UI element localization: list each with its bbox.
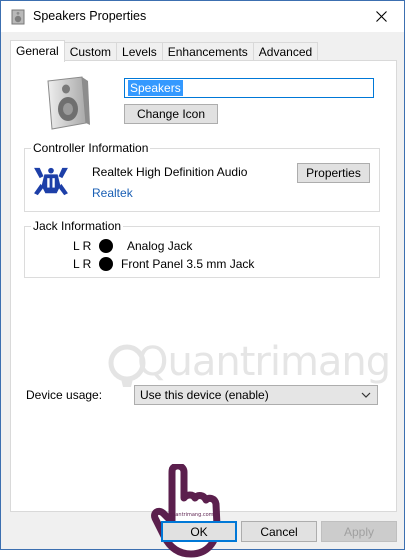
tab-enhancements[interactable]: Enhancements	[161, 42, 254, 61]
controller-information-label: Controller Information	[31, 141, 151, 155]
speaker-title-icon	[11, 9, 25, 25]
device-usage-value: Use this device (enable)	[140, 388, 269, 402]
speaker-device-icon	[47, 76, 90, 130]
lightbulb-watermark-icon	[108, 344, 146, 387]
jack-color-indicator	[99, 239, 113, 253]
close-icon	[375, 11, 387, 22]
jack-channels: L R	[73, 239, 92, 253]
cancel-button[interactable]: Cancel	[241, 521, 317, 542]
tab-custom[interactable]: Custom	[63, 42, 118, 61]
watermark-text: Quantrimang	[137, 339, 391, 385]
jack-name: Front Panel 3.5 mm Jack	[121, 257, 255, 271]
chevron-down-icon	[361, 392, 371, 398]
realtek-logo-icon	[34, 167, 68, 196]
tab-general[interactable]: General	[10, 40, 65, 62]
jack-row: L R Analog Jack	[73, 239, 192, 253]
general-tab-panel: Speakers Change Icon Controller Informat…	[10, 60, 397, 558]
tab-strip: General Custom Levels Enhancements Advan…	[10, 40, 319, 62]
jack-channels: L R	[73, 257, 92, 271]
device-usage-label: Device usage:	[26, 388, 103, 402]
properties-window: Speakers Properties General Custom Level…	[0, 0, 405, 558]
title-bar: Speakers Properties	[1, 1, 404, 32]
apply-button[interactable]: Apply	[321, 521, 397, 542]
close-button[interactable]	[358, 1, 404, 32]
pointing-hand-icon: quantrimang.com	[151, 464, 221, 558]
realtek-vendor-link[interactable]: Realtek	[92, 186, 133, 200]
change-icon-button[interactable]: Change Icon	[124, 104, 218, 124]
device-name-value: Speakers	[128, 80, 183, 96]
tab-levels[interactable]: Levels	[116, 42, 163, 61]
controller-properties-button[interactable]: Properties	[297, 163, 370, 183]
controller-information-group: Controller Information Realtek High Defi…	[24, 141, 380, 212]
window-title: Speakers Properties	[33, 9, 147, 23]
jack-information-label: Jack Information	[31, 219, 124, 233]
jack-information-group: Jack Information L R Analog Jack L R Fro…	[24, 219, 380, 278]
device-name-field[interactable]: Speakers	[124, 78, 374, 98]
jack-color-indicator	[99, 257, 113, 271]
svg-text:quantrimang.com: quantrimang.com	[169, 512, 214, 518]
ok-button[interactable]: OK	[161, 521, 237, 542]
jack-row: L R Front Panel 3.5 mm Jack	[73, 257, 254, 271]
tab-advanced[interactable]: Advanced	[252, 42, 319, 61]
jack-name: Analog Jack	[127, 239, 193, 253]
device-usage-select[interactable]: Use this device (enable)	[134, 385, 378, 405]
watermark-logo: Quantrimang	[107, 339, 391, 391]
controller-device-name: Realtek High Definition Audio	[92, 165, 248, 179]
